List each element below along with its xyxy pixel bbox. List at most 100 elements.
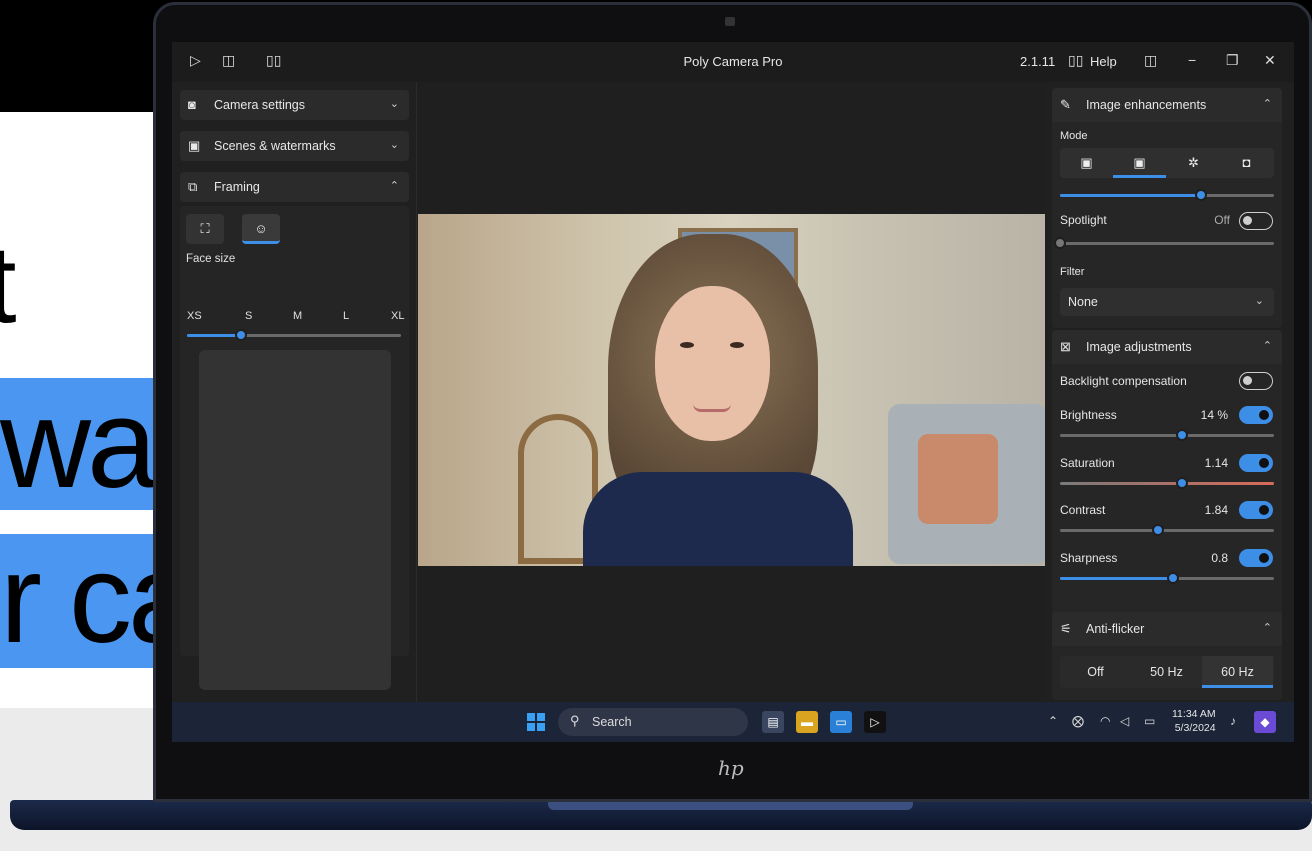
- contrast-slider[interactable]: [1060, 529, 1274, 532]
- mode-no-light-icon[interactable]: ✲: [1167, 148, 1220, 178]
- notification-icon[interactable]: ⨂: [1072, 714, 1084, 728]
- poly-camera-icon[interactable]: ▷: [864, 711, 886, 733]
- file-explorer-icon[interactable]: ▬: [796, 711, 818, 733]
- panel-toggle-icon[interactable]: ◫: [1144, 52, 1157, 69]
- camera-settings-label: Camera settings: [214, 98, 306, 112]
- brightness-slider[interactable]: [1060, 434, 1274, 437]
- anti-flicker-header[interactable]: ⚟ Anti-flicker ⌃: [1052, 612, 1282, 646]
- close-icon[interactable]: ✕: [1264, 52, 1276, 69]
- contrast-value: 1.84: [1204, 503, 1228, 517]
- slider-thumb[interactable]: [1175, 429, 1188, 441]
- spotlight-toggle[interactable]: [1239, 212, 1273, 230]
- slider-fill: [1060, 577, 1174, 580]
- face-size-thumb[interactable]: [235, 329, 247, 341]
- windows-start-icon[interactable]: [527, 713, 545, 731]
- task-view-icon[interactable]: ▤: [762, 711, 784, 733]
- slider-thumb[interactable]: [1195, 189, 1208, 201]
- face-size-tick[interactable]: XS: [187, 310, 202, 322]
- auto-framing-button[interactable]: ☺: [242, 214, 280, 244]
- face-size-tick[interactable]: S: [245, 310, 252, 322]
- chevron-down-icon: ⌄: [1254, 295, 1264, 307]
- version-label: 2.1.11: [1020, 54, 1056, 69]
- webcam-icon: [725, 17, 735, 26]
- camera-settings-section[interactable]: ◙ Camera settings ⌄: [180, 90, 409, 120]
- help-icon[interactable]: ▯▯: [1068, 52, 1083, 69]
- saturation-slider[interactable]: [1060, 482, 1274, 485]
- scenes-watermarks-section[interactable]: ▣ Scenes & watermarks ⌄: [180, 131, 409, 161]
- person-eye: [680, 342, 694, 348]
- filter-value: None: [1068, 295, 1098, 309]
- sharpness-toggle[interactable]: [1239, 549, 1273, 567]
- filter-select[interactable]: None ⌄: [1060, 288, 1274, 316]
- saturation-toggle[interactable]: [1239, 454, 1273, 472]
- anti-flicker-60hz-button[interactable]: 60 Hz: [1202, 656, 1273, 688]
- mode-bright-icon[interactable]: ◘: [1220, 148, 1273, 178]
- anti-flicker-card: ⚟ Anti-flicker ⌃ Off 50 Hz 60 Hz: [1052, 612, 1282, 700]
- backlight-toggle[interactable]: [1239, 372, 1273, 390]
- face-size-tick[interactable]: XL: [391, 310, 404, 322]
- saturation-label: Saturation: [1060, 456, 1115, 470]
- scenes-watermarks-label: Scenes & watermarks: [214, 139, 336, 153]
- mode-portrait-light-icon[interactable]: ▣: [1113, 148, 1166, 178]
- sharpness-value: 0.8: [1211, 551, 1228, 565]
- hp-logo: hp: [718, 756, 744, 780]
- spotlight-state: Off: [1214, 213, 1230, 227]
- right-panel: ✎ Image enhancements ⌃ Mode ▣ ▣ ✲ ◘ Spot…: [1046, 82, 1294, 702]
- title-bar: ▷ ◫ ▯▯ Poly Camera Pro 2.1.11 ▯▯ Help ◫ …: [172, 42, 1294, 82]
- laptop-screen: ▷ ◫ ▯▯ Poly Camera Pro 2.1.11 ▯▯ Help ◫ …: [172, 42, 1294, 742]
- wifi-icon[interactable]: ◠: [1100, 714, 1110, 728]
- search-icon: ⚲: [570, 713, 580, 728]
- brightness-label: Brightness: [1060, 408, 1117, 422]
- image-adjustments-header[interactable]: ⊠ Image adjustments ⌃: [1052, 330, 1282, 364]
- anti-flicker-50hz-button[interactable]: 50 Hz: [1131, 656, 1202, 688]
- taskbar-clock[interactable]: 11:34 AM 5/3/2024: [1172, 707, 1216, 735]
- slider-thumb[interactable]: [1054, 237, 1066, 249]
- restore-icon[interactable]: ❐: [1226, 52, 1239, 69]
- search-placeholder: Search: [592, 715, 632, 729]
- slider-thumb[interactable]: [1152, 524, 1165, 536]
- clock-time: 11:34 AM: [1172, 708, 1216, 720]
- minimize-icon[interactable]: −: [1188, 52, 1196, 68]
- sharpness-label: Sharpness: [1060, 551, 1118, 565]
- framing-section[interactable]: ⧉ Framing ⌃: [180, 172, 409, 202]
- copilot-icon[interactable]: ◆: [1254, 711, 1276, 733]
- manual-framing-button[interactable]: ⛶: [186, 214, 224, 244]
- chevron-up-icon: ⌃: [1262, 340, 1272, 352]
- bell-icon[interactable]: ♪: [1230, 714, 1236, 728]
- help-button[interactable]: Help: [1090, 54, 1117, 69]
- left-panel: ◙ Camera settings ⌄ ▣ Scenes & watermark…: [172, 82, 417, 702]
- mode-portrait-icon[interactable]: ▣: [1060, 148, 1113, 178]
- brightness-toggle[interactable]: [1239, 406, 1273, 424]
- image-enhancements-header[interactable]: ✎ Image enhancements ⌃: [1052, 88, 1282, 122]
- image-icon: ⊠: [1060, 339, 1071, 354]
- mode-label: Mode: [1060, 130, 1088, 142]
- chevron-down-icon: ⌄: [389, 139, 399, 151]
- chevron-up-icon: ⌃: [1262, 98, 1272, 110]
- anti-flicker-options: Off 50 Hz 60 Hz: [1060, 656, 1274, 688]
- slider-fill: [1060, 194, 1202, 197]
- spotlight-slider[interactable]: [1060, 242, 1274, 245]
- myhp-icon[interactable]: ▭: [830, 711, 852, 733]
- face-size-tick[interactable]: L: [343, 310, 349, 322]
- slider-thumb[interactable]: [1167, 572, 1180, 584]
- image-adjustments-card: ⊠ Image adjustments ⌃ Backlight compensa…: [1052, 330, 1282, 640]
- filter-label: Filter: [1060, 266, 1085, 278]
- contrast-toggle[interactable]: [1239, 501, 1273, 519]
- framing-label: Framing: [214, 180, 260, 194]
- taskbar-search[interactable]: ⚲ Search: [558, 708, 748, 736]
- camera-icon: ◙: [188, 97, 196, 112]
- backlight-label: Backlight compensation: [1060, 374, 1187, 388]
- battery-icon[interactable]: ▭: [1144, 714, 1155, 728]
- scenes-icon: ▣: [188, 138, 201, 153]
- image-adjustments-title: Image adjustments: [1086, 340, 1192, 354]
- image-enhancements-title: Image enhancements: [1086, 98, 1207, 112]
- volume-icon[interactable]: ◁: [1120, 714, 1129, 728]
- person-face: [655, 286, 770, 441]
- chevron-down-icon: ⌄: [389, 98, 399, 110]
- slider-thumb[interactable]: [1175, 477, 1188, 489]
- face-size-fill: [187, 334, 241, 337]
- tray-overflow-icon[interactable]: ⌃: [1048, 714, 1058, 728]
- brightness-value: 14 %: [1200, 408, 1228, 422]
- face-size-tick[interactable]: M: [293, 310, 302, 322]
- anti-flicker-off-button[interactable]: Off: [1060, 656, 1131, 688]
